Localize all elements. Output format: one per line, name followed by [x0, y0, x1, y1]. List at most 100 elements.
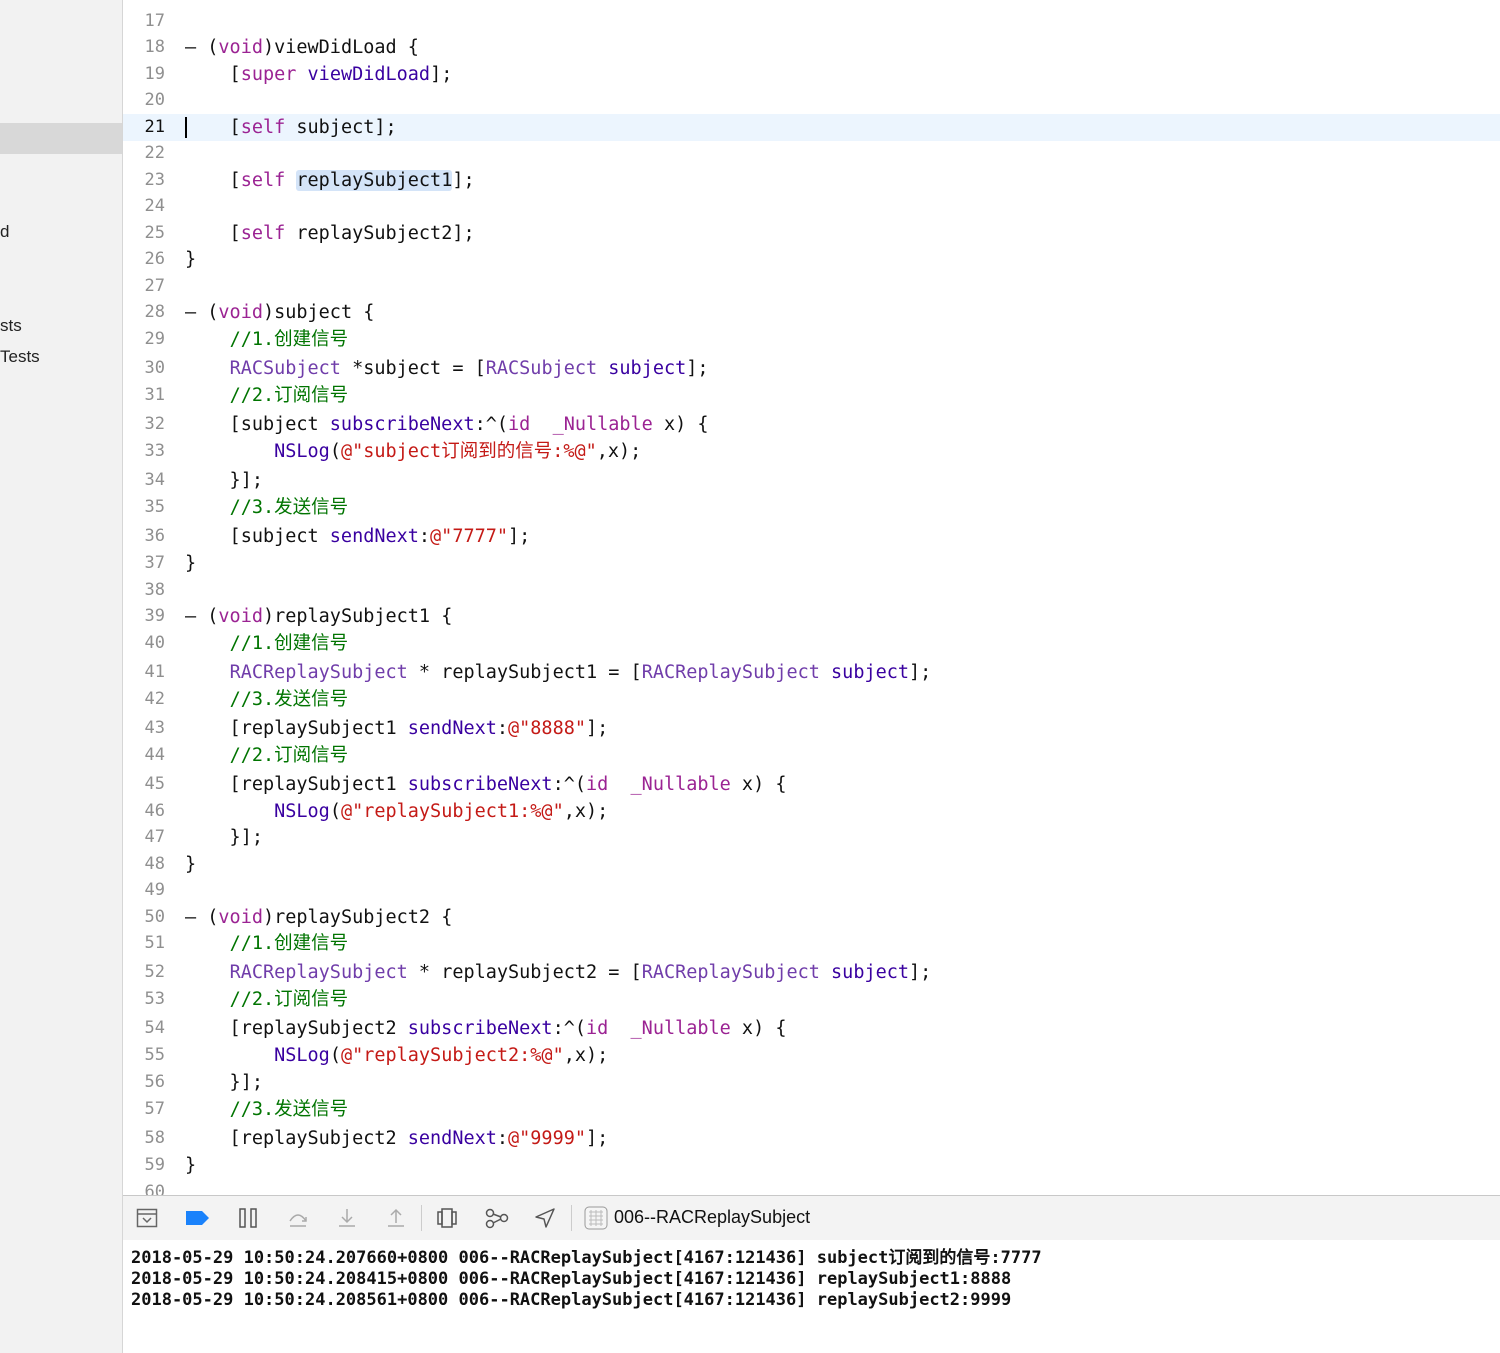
code-line[interactable]: 46 NSLog(@"replaySubject1:%@",x);: [123, 798, 1500, 825]
line-number[interactable]: 37: [123, 550, 165, 577]
line-number[interactable]: 57: [123, 1096, 165, 1123]
code-line[interactable]: 36 [subject sendNext:@"7777"];: [123, 523, 1500, 550]
code-text[interactable]: }: [185, 246, 196, 273]
source-editor[interactable]: 17 18– (void)viewDidLoad {19 [super viewD…: [123, 0, 1500, 1195]
code-text[interactable]: [replaySubject2 subscribeNext:^(id _Null…: [185, 1015, 787, 1042]
code-text[interactable]: [self subject];: [185, 114, 397, 141]
code-line[interactable]: 32 [subject subscribeNext:^(id _Nullable…: [123, 411, 1500, 438]
line-number[interactable]: 53: [123, 986, 165, 1013]
navigator-item[interactable]: d: [0, 222, 9, 242]
line-number[interactable]: 21: [123, 114, 165, 141]
code-line[interactable]: 49: [123, 877, 1500, 904]
line-number[interactable]: 42: [123, 686, 165, 713]
code-line[interactable]: 42 //3.发送信号: [123, 686, 1500, 713]
code-text[interactable]: – (void)viewDidLoad {: [185, 34, 419, 61]
code-text[interactable]: – (void)subject {: [185, 299, 374, 326]
code-line[interactable]: 41 RACReplaySubject * replaySubject1 = […: [123, 659, 1500, 686]
code-line[interactable]: 55 NSLog(@"replaySubject2:%@",x);: [123, 1042, 1500, 1069]
code-line[interactable]: 18 – (void)viewDidLoad {: [123, 34, 1500, 61]
code-line[interactable]: 60: [123, 1179, 1500, 1195]
line-number[interactable]: 28: [123, 299, 165, 326]
line-number[interactable]: 45: [123, 771, 165, 798]
code-line[interactable]: 21 [self subject];: [123, 114, 1500, 141]
code-line[interactable]: 54 [replaySubject2 subscribeNext:^(id _N…: [123, 1015, 1500, 1042]
code-line[interactable]: 30 RACSubject *subject = [RACSubject sub…: [123, 355, 1500, 382]
line-number[interactable]: 24: [123, 193, 165, 220]
code-text[interactable]: //2.订阅信号: [185, 986, 349, 1013]
line-number[interactable]: 47: [123, 824, 165, 851]
code-text[interactable]: RACReplaySubject * replaySubject2 = [RAC…: [185, 959, 932, 986]
line-number[interactable]: 55: [123, 1042, 165, 1069]
line-number[interactable]: 22: [123, 140, 165, 167]
code-text[interactable]: [replaySubject1 sendNext:@"8888"];: [185, 715, 609, 742]
code-line[interactable]: 23 [self replaySubject1];: [123, 167, 1500, 194]
line-number[interactable]: 52: [123, 959, 165, 986]
code-text[interactable]: – (void)replaySubject2 {: [185, 904, 452, 931]
line-number[interactable]: 48: [123, 851, 165, 878]
code-text[interactable]: [self replaySubject2];: [185, 220, 475, 247]
step-out-icon[interactable]: [385, 1207, 407, 1229]
code-line[interactable]: 50 – (void)replaySubject2 {: [123, 904, 1500, 931]
navigator-item[interactable]: sts: [0, 316, 22, 336]
code-line[interactable]: 17: [123, 8, 1500, 35]
line-number[interactable]: 39: [123, 603, 165, 630]
hide-debug-area-icon[interactable]: [136, 1207, 158, 1229]
line-number[interactable]: 58: [123, 1125, 165, 1152]
code-line[interactable]: 37}: [123, 550, 1500, 577]
code-line[interactable]: 35 //3.发送信号: [123, 494, 1500, 521]
line-number[interactable]: 25: [123, 220, 165, 247]
code-line[interactable]: 39 – (void)replaySubject1 {: [123, 603, 1500, 630]
line-number[interactable]: 43: [123, 715, 165, 742]
code-text[interactable]: [replaySubject2 sendNext:@"9999"];: [185, 1125, 609, 1152]
code-line[interactable]: 27: [123, 273, 1500, 300]
line-number[interactable]: 56: [123, 1069, 165, 1096]
code-line[interactable]: 25 [self replaySubject2];: [123, 220, 1500, 247]
line-number[interactable]: 49: [123, 877, 165, 904]
line-number[interactable]: 59: [123, 1152, 165, 1179]
line-number[interactable]: 20: [123, 87, 165, 114]
line-number[interactable]: 18: [123, 34, 165, 61]
navigator-selected-row[interactable]: [0, 123, 122, 154]
line-number[interactable]: 46: [123, 798, 165, 825]
code-line[interactable]: 38: [123, 577, 1500, 604]
line-number[interactable]: 19: [123, 61, 165, 88]
code-line[interactable]: 59}: [123, 1152, 1500, 1179]
code-text[interactable]: //3.发送信号: [185, 686, 349, 713]
line-number[interactable]: 32: [123, 411, 165, 438]
code-text[interactable]: NSLog(@"subject订阅到的信号:%@",x);: [185, 438, 641, 465]
code-line[interactable]: 29 //1.创建信号: [123, 326, 1500, 353]
code-text[interactable]: }];: [185, 1069, 263, 1096]
line-number[interactable]: 54: [123, 1015, 165, 1042]
code-text[interactable]: RACSubject *subject = [RACSubject subjec…: [185, 355, 709, 382]
code-text[interactable]: //3.发送信号: [185, 494, 349, 521]
line-number[interactable]: 30: [123, 355, 165, 382]
line-number[interactable]: 34: [123, 467, 165, 494]
code-line[interactable]: 26}: [123, 246, 1500, 273]
code-line[interactable]: 53 //2.订阅信号: [123, 986, 1500, 1013]
line-number[interactable]: 38: [123, 577, 165, 604]
code-text[interactable]: NSLog(@"replaySubject1:%@",x);: [185, 798, 608, 825]
code-line[interactable]: 47 }];: [123, 824, 1500, 851]
code-line[interactable]: 51 //1.创建信号: [123, 930, 1500, 957]
line-number[interactable]: 41: [123, 659, 165, 686]
line-number[interactable]: 35: [123, 494, 165, 521]
debug-console[interactable]: 2018-05-29 10:50:24.207660+0800 006--RAC…: [123, 1240, 1500, 1353]
line-number[interactable]: 33: [123, 438, 165, 465]
line-number[interactable]: 31: [123, 382, 165, 409]
line-number[interactable]: 40: [123, 630, 165, 657]
breakpoints-toggle-icon[interactable]: [185, 1207, 211, 1229]
code-line[interactable]: 34 }];: [123, 467, 1500, 494]
code-text[interactable]: }: [185, 851, 196, 878]
code-text[interactable]: //2.订阅信号: [185, 382, 349, 409]
step-over-icon[interactable]: [287, 1207, 309, 1229]
code-line[interactable]: 57 //3.发送信号: [123, 1096, 1500, 1123]
simulate-location-icon[interactable]: [534, 1207, 556, 1229]
pause-icon[interactable]: [237, 1207, 259, 1229]
line-number[interactable]: 29: [123, 326, 165, 353]
code-line[interactable]: 31 //2.订阅信号: [123, 382, 1500, 409]
line-number[interactable]: 23: [123, 167, 165, 194]
code-text[interactable]: //1.创建信号: [185, 326, 349, 353]
code-line[interactable]: 40 //1.创建信号: [123, 630, 1500, 657]
line-number[interactable]: 44: [123, 742, 165, 769]
code-line[interactable]: 28 – (void)subject {: [123, 299, 1500, 326]
